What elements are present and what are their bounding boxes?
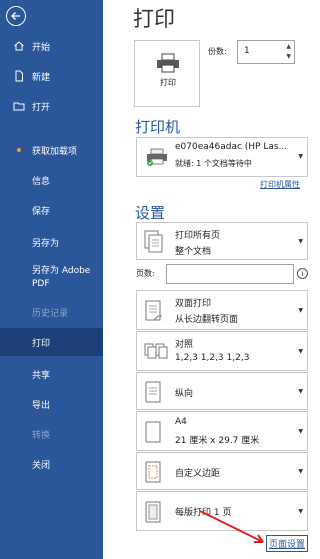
margins-icon	[145, 461, 161, 483]
sidebar-item-get-addins[interactable]: 获取加载项	[0, 136, 103, 164]
sidebar-item-save-as-adobe-pdf[interactable]: 另存为 Adobe PDF	[32, 265, 100, 291]
sidebar-item-label: 开始	[32, 42, 51, 53]
sidebar-item-label: 关闭	[32, 460, 51, 471]
setting-secondary: 1,2,3 1,2,3 1,2,3	[175, 353, 250, 363]
sidebar-item-label: 打开	[32, 102, 51, 113]
new-file-icon	[15, 70, 23, 82]
page-setup-link[interactable]: 页面设置	[266, 535, 309, 552]
setting-primary: 每版打印 1 页	[175, 508, 232, 518]
setting-primary: 自定义边距	[175, 469, 221, 479]
sidebar-item-label: 打印	[32, 338, 51, 349]
chevron-down-icon: ▼	[298, 428, 303, 435]
chevron-down-icon: ▼	[298, 348, 303, 355]
printer-properties-link[interactable]: 打印机属性	[260, 179, 300, 190]
sidebar-item-print[interactable]: 打印	[0, 328, 103, 356]
setting-secondary: 21 厘米 x 29.7 厘米	[175, 436, 260, 446]
sidebar-item-new[interactable]: 新建	[0, 62, 103, 90]
printer-name: e070ea46adac (HP Las...	[175, 142, 288, 152]
sidebar-item-history: 历史记录	[0, 298, 103, 326]
sidebar-item-close[interactable]: 关闭	[0, 450, 103, 478]
chevron-down-icon: ▼	[298, 468, 303, 475]
copies-value: 1	[244, 46, 250, 56]
sidebar-item-label: 新建	[32, 72, 51, 83]
chevron-down-icon: ▼	[298, 153, 303, 160]
sidebar-item-label: 导出	[32, 400, 51, 411]
print-button[interactable]: 打印	[134, 40, 200, 107]
spin-up-icon[interactable]: ▲	[286, 43, 291, 50]
sidebar-item-save[interactable]: 保存	[0, 196, 103, 224]
sidebar-item-label: 另存为	[32, 238, 60, 249]
printer-status: 就绪: 1 个文档等待中	[175, 159, 252, 168]
home-icon	[14, 41, 24, 51]
sidebar-item-label: 历史记录	[32, 308, 69, 319]
printer-dropdown[interactable]: e070ea46adac (HP Las... 就绪: 1 个文档等待中 ▼	[136, 137, 308, 177]
copies-stepper[interactable]: 1 ▲ ▼	[237, 40, 295, 64]
sidebar-item-share[interactable]: 共享	[0, 360, 103, 388]
page-layout-icon	[145, 501, 161, 523]
info-icon[interactable]: i	[297, 268, 308, 279]
setting-primary: 打印所有页	[175, 231, 221, 241]
sidebar-item-convert: 转换	[0, 420, 103, 448]
chevron-down-icon: ▼	[298, 238, 303, 245]
setting-primary: 对照	[175, 340, 194, 350]
print-panel: 打印 打印 份数: 1 ▲ ▼ 打印机 e070ea46adac (HP Las…	[103, 0, 320, 559]
setting-primary: 纵向	[175, 389, 194, 399]
sidebar-item-home[interactable]: 开始	[0, 32, 103, 60]
pages-icon	[144, 230, 163, 253]
portrait-icon	[145, 381, 161, 403]
sidebar-item-label: 保存	[32, 206, 51, 217]
margins-dropdown[interactable]: 自定义边距 ▼	[136, 452, 308, 490]
sidebar-item-label: 转换	[32, 430, 51, 441]
collate-icon	[144, 343, 168, 359]
pages-label: 页数:	[136, 269, 155, 278]
orientation-dropdown[interactable]: 纵向 ▼	[136, 372, 308, 410]
sidebar-item-save-as[interactable]: 另存为	[0, 228, 103, 256]
sidebar-item-info[interactable]: 信息	[0, 166, 103, 194]
printer-icon	[157, 53, 179, 73]
sidebar-item-open[interactable]: 打开	[0, 92, 103, 120]
print-button-label: 打印	[160, 78, 176, 87]
pages-input[interactable]	[166, 264, 294, 284]
duplex-dropdown[interactable]: 双面打印 从长边翻转页面 ▼	[136, 290, 308, 330]
open-folder-icon	[13, 102, 25, 111]
copies-label: 份数:	[208, 47, 227, 56]
paper-icon	[145, 421, 161, 443]
print-range-dropdown[interactable]: 打印所有页 整个文档 ▼	[136, 222, 308, 260]
setting-primary: 双面打印	[175, 299, 212, 309]
chevron-down-icon: ▼	[298, 388, 303, 395]
setting-primary: A4	[175, 417, 187, 427]
dot-icon	[17, 148, 21, 152]
sidebar-item-label: 共享	[32, 370, 51, 381]
setting-secondary: 从长边翻转页面	[175, 315, 239, 325]
collate-dropdown[interactable]: 对照 1,2,3 1,2,3 1,2,3 ▼	[136, 331, 308, 371]
setting-secondary: 整个文档	[175, 247, 212, 257]
printer-device-icon	[147, 148, 167, 166]
sidebar-item-label: 信息	[32, 176, 51, 187]
duplex-icon	[145, 300, 162, 321]
settings-section-title: 设置	[135, 204, 166, 222]
backstage-sidebar: 开始 新建 打开 获取加载项 信息 保存 另存为 另存为 Adobe PDF 历…	[0, 0, 103, 559]
back-arrow-icon[interactable]	[6, 6, 26, 26]
chevron-down-icon: ▼	[298, 508, 303, 515]
pages-per-sheet-dropdown[interactable]: 每版打印 1 页 ▼	[136, 491, 308, 531]
chevron-down-icon: ▼	[298, 307, 303, 314]
printer-section-title: 打印机	[135, 118, 181, 136]
sidebar-item-export[interactable]: 导出	[0, 390, 103, 418]
spin-down-icon[interactable]: ▼	[286, 53, 291, 60]
sidebar-item-label: 获取加载项	[32, 146, 78, 157]
page-title: 打印	[133, 7, 175, 31]
paper-size-dropdown[interactable]: A4 21 厘米 x 29.7 厘米 ▼	[136, 411, 308, 451]
